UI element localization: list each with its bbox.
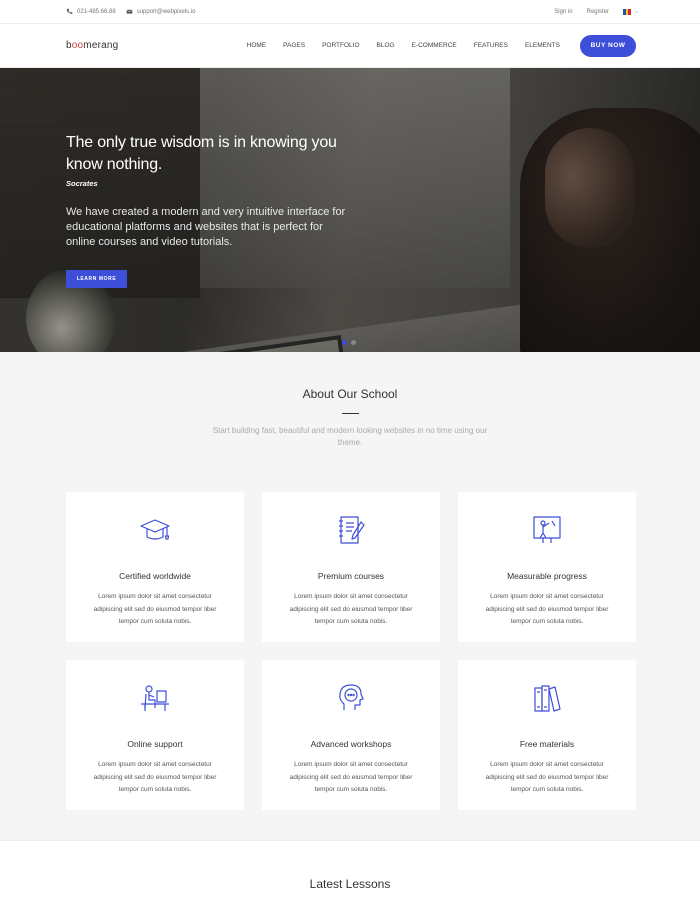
head-chat-icon [339, 684, 364, 710]
register-link[interactable]: Register [587, 9, 609, 15]
hero-content: The only true wisdom is in knowing you k… [66, 132, 356, 250]
nav-item-pages[interactable]: PAGES [283, 42, 305, 49]
feature-text: Lorem ipsum dolor sit amet consectetur a… [485, 761, 609, 793]
phone-icon [66, 8, 73, 14]
buy-now-button[interactable]: BUY NOW [580, 34, 636, 57]
feature-card: Certified worldwide Lorem ipsum dolor si… [66, 492, 244, 642]
feature-text: Lorem ipsum dolor sit amet consectetur a… [289, 593, 413, 625]
feature-title: Premium courses [317, 571, 385, 581]
feature-title: Certified worldwide [119, 571, 191, 581]
flag-icon [622, 8, 631, 15]
carousel-dots [342, 340, 356, 345]
about-title: About Our School [302, 387, 398, 401]
feature-card: Advanced workshops Lorem ipsum dolor sit… [262, 660, 440, 810]
signin-link[interactable]: Sign in [554, 9, 572, 15]
feature-title: Online support [127, 739, 183, 749]
nav-item-ecommerce[interactable]: E-COMMERCE [412, 42, 457, 49]
nav-menu: HOME PAGES PORTFOLIO BLOG E-COMMERCE FEA… [247, 42, 560, 49]
carousel-dot-1[interactable] [342, 340, 347, 345]
latest-lessons-title: Latest Lessons [309, 877, 391, 891]
hero-section: The only true wisdom is in knowing you k… [0, 68, 700, 352]
phone-number: 021-485.66.88 [77, 8, 116, 15]
feature-card: Online support Lorem ipsum dolor sit ame… [66, 660, 244, 810]
nav-item-blog[interactable]: BLOG [377, 42, 395, 49]
books-icon [534, 685, 561, 712]
feature-text: Lorem ipsum dolor sit amet consectetur a… [485, 593, 609, 625]
phone-contact: 021-485.66.88 [66, 8, 116, 15]
graduation-cap-icon [140, 519, 170, 540]
feature-text: Lorem ipsum dolor sit amet consectetur a… [289, 761, 413, 793]
nav-item-elements[interactable]: ELEMENTS [525, 42, 560, 49]
feature-card: Measurable progress Lorem ipsum dolor si… [458, 492, 636, 642]
nav-item-features[interactable]: FEATURES [474, 42, 508, 49]
person-at-desk-icon [141, 685, 169, 711]
about-section: About Our School Start building fast, be… [0, 352, 700, 840]
nav-item-portfolio[interactable]: PORTFOLIO [322, 42, 359, 49]
latest-lessons-section: Latest Lessons [0, 840, 700, 900]
feature-card: Free materials Lorem ipsum dolor sit ame… [458, 660, 636, 810]
title-divider [341, 413, 359, 414]
logo-text-suffix: merang [83, 40, 119, 51]
features-grid: Certified worldwide Lorem ipsum dolor si… [66, 492, 700, 810]
email-contact: support@webpixels.io [126, 8, 196, 15]
hero-headline: The only true wisdom is in knowing you k… [66, 134, 337, 173]
feature-title: Free materials [519, 739, 575, 749]
notebook-pen-icon [339, 516, 365, 544]
envelope-icon [126, 9, 133, 14]
chevron-down-icon: ⌄ [633, 8, 639, 15]
carousel-dot-2[interactable] [351, 340, 356, 345]
feature-title: Advanced workshops [310, 739, 392, 749]
feature-text: Lorem ipsum dolor sit amet consectetur a… [93, 761, 217, 793]
feature-text: Lorem ipsum dolor sit amet consectetur a… [93, 593, 217, 625]
feature-title: Measurable progress [507, 571, 587, 581]
language-selector[interactable]: ⌄ [622, 8, 639, 15]
main-navbar: boomerang HOME PAGES PORTFOLIO BLOG E-CO… [0, 24, 700, 68]
nav-item-home[interactable]: HOME [247, 42, 267, 49]
about-subtitle: Start building fast, beautiful and moder… [212, 426, 488, 447]
logo[interactable]: boomerang [66, 40, 118, 51]
presentation-board-icon [533, 516, 561, 543]
email-link[interactable]: support@webpixels.io [137, 9, 196, 15]
hero-description: We have created a modern and very intuit… [66, 206, 346, 248]
feature-card: Premium courses Lorem ipsum dolor sit am… [262, 492, 440, 642]
top-bar: 021-485.66.88 support@webpixels.io Sign … [0, 0, 700, 24]
learn-more-button[interactable]: LEARN MORE [66, 270, 127, 288]
hero-quote-author: Socrates [66, 179, 98, 188]
